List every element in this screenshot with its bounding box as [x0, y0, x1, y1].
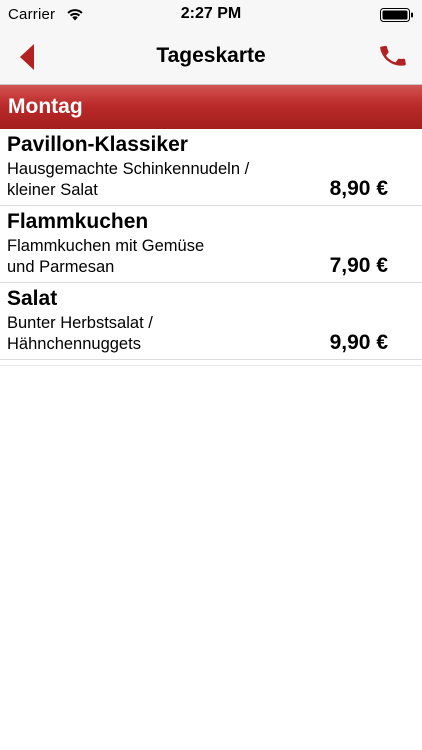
item-name: Flammkuchen — [7, 210, 149, 233]
item-description: und Parmesan — [7, 258, 115, 276]
day-section-header: Montag — [0, 85, 422, 129]
item-description: Flammkuchen mit Gemüse — [7, 237, 205, 255]
menu-item-row[interactable]: Flammkuchen Flammkuchen mit Gemüse und P… — [0, 206, 422, 283]
item-price: 9,90 € — [329, 331, 388, 354]
back-button[interactable] — [14, 42, 42, 72]
menu-item-row[interactable]: Pavillon-Klassiker Hausgemachte Schinken… — [0, 129, 422, 206]
list-divider — [0, 365, 422, 366]
item-name: Salat — [7, 287, 58, 310]
menu-item-row[interactable]: Salat Bunter Herbstsalat / Hähnchennugge… — [0, 283, 422, 360]
item-name: Pavillon-Klassiker — [7, 133, 188, 156]
battery-icon — [380, 8, 413, 22]
item-description: Hähnchennuggets — [7, 335, 141, 353]
call-button[interactable] — [378, 41, 408, 71]
item-price: 8,90 € — [329, 177, 388, 200]
menu-list: Pavillon-Klassiker Hausgemachte Schinken… — [0, 129, 422, 360]
chevron-left-icon — [20, 44, 34, 70]
clock: 2:27 PM — [180, 5, 242, 22]
day-title: Montag — [8, 95, 83, 118]
status-bar: Carrier 2:27 PM — [0, 0, 422, 30]
item-description: kleiner Salat — [7, 181, 98, 199]
item-description: Hausgemachte Schinkennudeln / — [7, 160, 250, 178]
item-description: Bunter Herbstsalat / — [7, 314, 153, 332]
page-title: Tageskarte — [156, 44, 266, 67]
item-price: 7,90 € — [329, 254, 388, 277]
phone-icon — [380, 45, 406, 66]
navigation-bar: Tageskarte — [0, 30, 422, 85]
